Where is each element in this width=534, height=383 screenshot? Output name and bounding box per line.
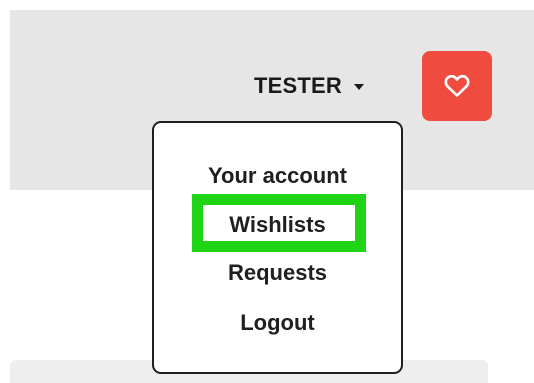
heart-outline-icon [444, 74, 470, 97]
wishlist-heart-button[interactable] [422, 51, 492, 121]
menu-item-your-account[interactable]: Your account [154, 163, 401, 189]
page: TESTER Your account Wishlists Requests L… [0, 0, 534, 383]
menu-item-requests[interactable]: Requests [154, 260, 401, 286]
user-menu-button[interactable]: TESTER [254, 68, 364, 104]
menu-item-logout[interactable]: Logout [154, 310, 401, 336]
user-dropdown-menu: Your account Wishlists Requests Logout [152, 121, 403, 374]
username-label: TESTER [254, 73, 342, 98]
menu-item-wishlists[interactable]: Wishlists [154, 212, 401, 238]
caret-down-icon [354, 84, 364, 90]
